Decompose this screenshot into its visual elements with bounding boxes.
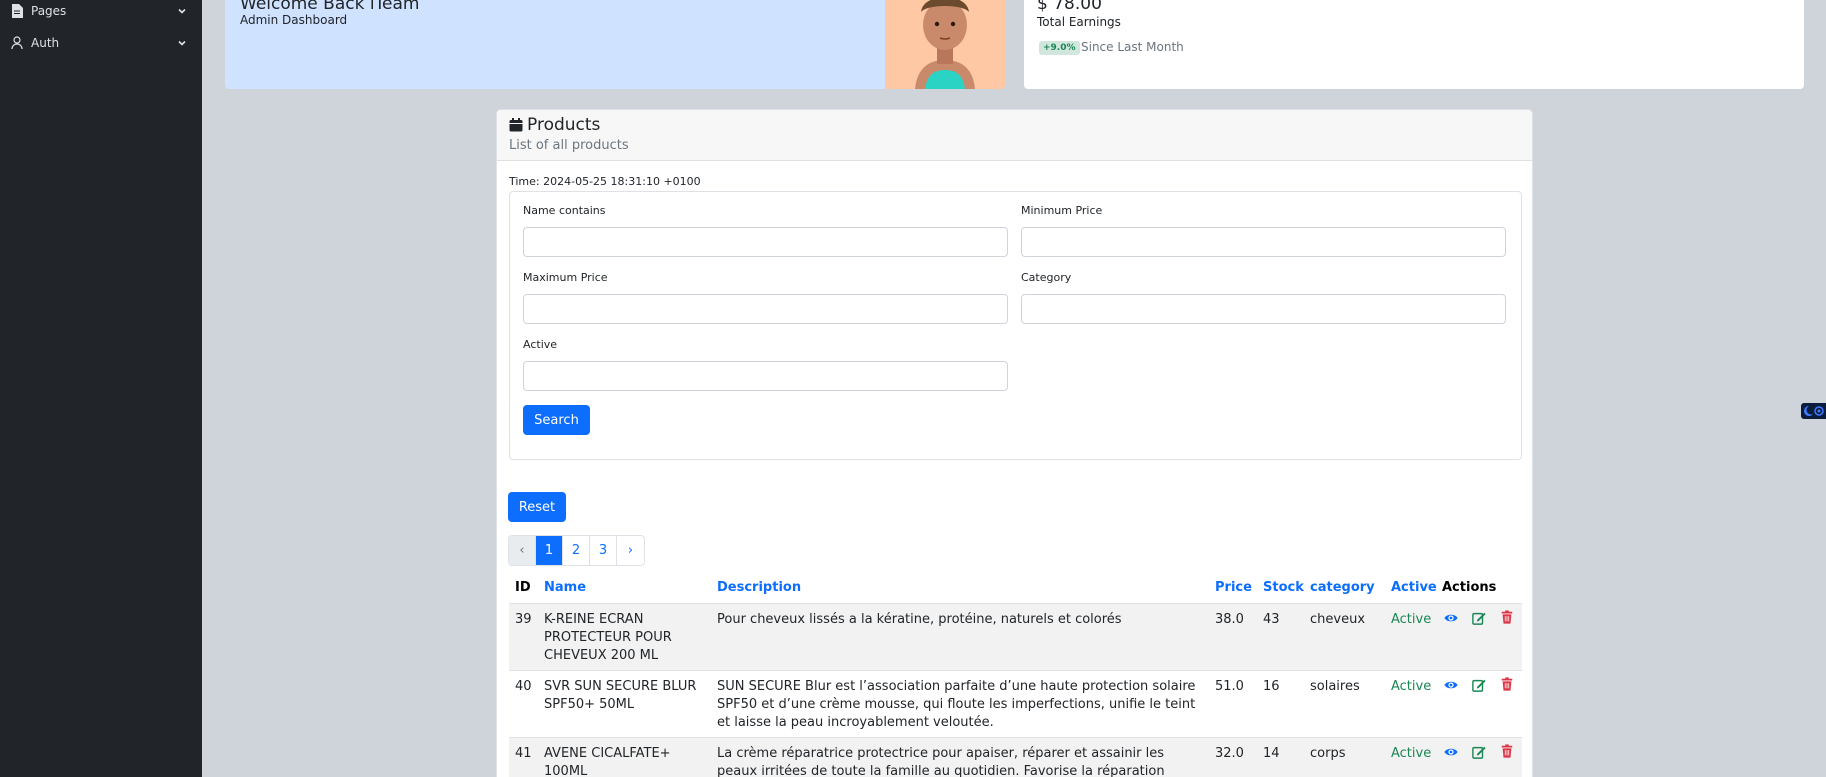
cell-description: Pour cheveux lissés a la kératine, proté…: [717, 612, 1122, 627]
max-price-input[interactable]: [523, 294, 1008, 324]
chevron-down-icon: [178, 40, 186, 46]
edit-icon[interactable]: [1472, 745, 1486, 759]
cell-name: AVENE CICALFATE+ 100ML: [544, 746, 671, 777]
view-eye-icon[interactable]: [1444, 745, 1458, 759]
pagination-page-2[interactable]: 2: [563, 536, 590, 565]
delete-trash-icon[interactable]: [1500, 744, 1514, 758]
cell-name: K-REINE ECRAN PROTECTEUR POUR CHEVEUX 20…: [544, 612, 672, 663]
cell-active: Active: [1391, 679, 1432, 694]
welcome-card: Welcome Back iTeam Admin Dashboard: [225, 0, 1005, 89]
sidebar-item-pages[interactable]: Pages: [0, 0, 202, 26]
cell-id: 40: [515, 679, 532, 694]
pagination-next[interactable]: ›: [617, 536, 644, 565]
active-label: Active: [523, 338, 558, 351]
file-icon: [12, 4, 23, 18]
cell-stock: 14: [1263, 746, 1280, 761]
cell-id: 39: [515, 612, 532, 627]
earnings-amount: $ 78.00: [1037, 0, 1102, 14]
table-row: 40 SVR SUN SECURE BLUR SPF50+ 50ML SUN S…: [509, 671, 1522, 738]
edit-icon[interactable]: [1472, 678, 1486, 692]
cell-price: 32.0: [1215, 746, 1244, 761]
cell-stock: 16: [1263, 679, 1280, 694]
cell-id: 41: [515, 746, 532, 761]
cell-category: cheveux: [1310, 612, 1366, 627]
theme-toggle[interactable]: [1801, 403, 1826, 419]
cell-active: Active: [1391, 746, 1432, 761]
pagination-page-1[interactable]: 1: [536, 536, 563, 565]
cell-category: corps: [1310, 746, 1346, 761]
col-header-name[interactable]: Name: [544, 580, 586, 595]
welcome-title: Welcome Back iTeam: [240, 0, 420, 14]
table-row: 41 AVENE CICALFATE+ 100ML La crème répar…: [509, 738, 1522, 777]
col-header-active[interactable]: Active: [1391, 580, 1437, 595]
page-subtitle: List of all products: [509, 138, 629, 153]
edit-icon[interactable]: [1472, 611, 1486, 625]
max-price-label: Maximum Price: [523, 271, 608, 284]
sidebar-item-label: Auth: [31, 36, 60, 50]
reset-button[interactable]: Reset: [508, 492, 566, 522]
view-eye-icon[interactable]: [1444, 678, 1458, 692]
view-eye-icon[interactable]: [1444, 611, 1458, 625]
col-header-stock[interactable]: Stock: [1263, 580, 1304, 595]
chevron-down-icon: [178, 8, 186, 14]
sidebar-item-label: Pages: [31, 4, 67, 18]
products-card: Products List of all products Time: 2024…: [496, 109, 1533, 777]
sidebar-item-auth[interactable]: Auth: [0, 32, 202, 58]
cell-description: La crème réparatrice protectrice pour ap…: [717, 746, 1165, 777]
moon-gear-icon: [1804, 406, 1824, 416]
name-input[interactable]: [523, 227, 1008, 257]
min-price-label: Minimum Price: [1021, 204, 1103, 217]
cell-stock: 43: [1263, 612, 1280, 627]
person-icon: [11, 36, 23, 50]
filter-form: Name contains Minimum Price Maximum Pric…: [509, 191, 1522, 460]
cell-price: 51.0: [1215, 679, 1244, 694]
col-header-category[interactable]: category: [1310, 580, 1375, 595]
avatar-illustration: [915, 0, 975, 89]
timestamp: Time: 2024-05-25 18:31:10 +0100: [509, 175, 701, 188]
sidebar: Pages Auth: [0, 0, 202, 777]
delete-trash-icon[interactable]: [1500, 610, 1514, 624]
calendar-icon: [509, 118, 523, 132]
earnings-label: Total Earnings: [1037, 15, 1121, 29]
cell-name: SVR SUN SECURE BLUR SPF50+ 50ML: [544, 679, 697, 712]
pagination: ‹ 1 2 3 ›: [508, 535, 645, 566]
avatar: [885, 0, 1005, 89]
earnings-since: Since Last Month: [1081, 40, 1184, 54]
page-title: Products: [527, 115, 601, 135]
active-input[interactable]: [523, 361, 1008, 391]
welcome-subtitle: Admin Dashboard: [240, 13, 348, 27]
table-row: 39 K-REINE ECRAN PROTECTEUR POUR CHEVEUX…: [509, 604, 1522, 671]
earnings-change-badge: +9.0%: [1039, 41, 1080, 55]
delete-trash-icon[interactable]: [1500, 677, 1514, 691]
cell-price: 38.0: [1215, 612, 1244, 627]
name-label: Name contains: [523, 204, 606, 217]
col-header-price[interactable]: Price: [1215, 580, 1252, 595]
card-header: Products List of all products: [497, 110, 1532, 161]
cell-description: SUN SECURE Blur est l’association parfai…: [717, 679, 1196, 730]
col-header-actions: Actions: [1442, 580, 1497, 595]
cell-category: solaires: [1310, 679, 1360, 694]
col-header-id: ID: [515, 580, 531, 595]
cell-active: Active: [1391, 612, 1432, 627]
pagination-page-3[interactable]: 3: [590, 536, 617, 565]
col-header-description[interactable]: Description: [717, 580, 801, 595]
pagination-prev[interactable]: ‹: [509, 536, 536, 565]
min-price-input[interactable]: [1021, 227, 1506, 257]
category-label: Category: [1021, 271, 1072, 284]
search-button[interactable]: Search: [523, 405, 590, 435]
category-input[interactable]: [1021, 294, 1506, 324]
earnings-card: $ 78.00 Total Earnings +9.0% Since Last …: [1024, 0, 1804, 89]
